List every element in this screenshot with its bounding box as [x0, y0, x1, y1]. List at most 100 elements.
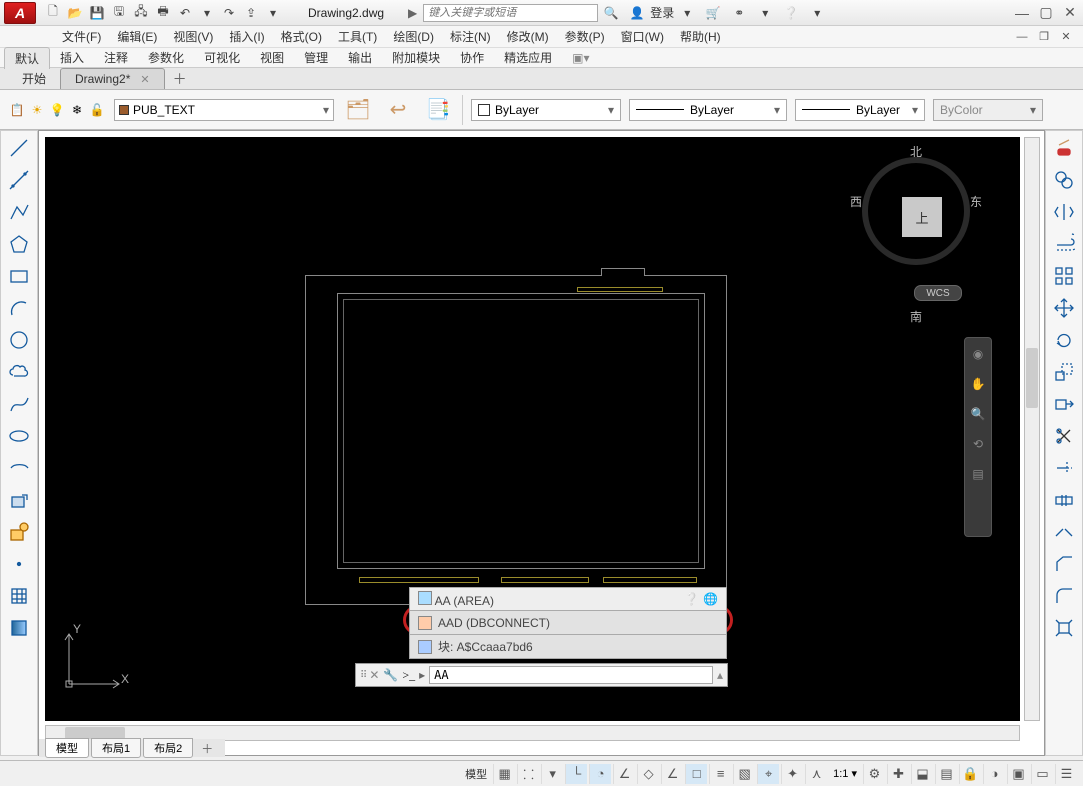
lineweight-icon[interactable]: ≡ [709, 764, 731, 784]
tab-default[interactable]: 默认 [4, 47, 50, 69]
construction-line-tool[interactable] [5, 167, 33, 193]
tab-parametric[interactable]: 参数化 [138, 47, 194, 68]
layout-tab-1[interactable]: 布局1 [91, 738, 141, 758]
grid-icon[interactable]: ▦ [493, 764, 515, 784]
search-icon[interactable]: 🔍 [600, 3, 622, 23]
steering-wheel-icon[interactable]: ◉ [968, 344, 988, 364]
stretch-tool[interactable] [1050, 391, 1078, 417]
units-icon[interactable]: ⬓ [911, 764, 933, 784]
3dosnap-icon[interactable]: ✦ [781, 764, 803, 784]
saveas-icon[interactable]: 🖫 [109, 3, 129, 23]
status-model-label[interactable]: 模型 [461, 766, 491, 782]
user-icon[interactable]: 👤 [626, 3, 648, 23]
break-tool[interactable] [1050, 487, 1078, 513]
scale-label[interactable]: 1:1 ▾ [829, 767, 861, 780]
tab-addins[interactable]: 附加模块 [382, 47, 450, 68]
menu-tools[interactable]: 工具(T) [330, 26, 385, 47]
insert-block-tool[interactable] [5, 487, 33, 513]
command-input[interactable] [429, 666, 713, 684]
orbit-icon[interactable]: ⟲ [968, 434, 988, 454]
plot-icon[interactable]: 🖶 [153, 3, 173, 23]
arc-tool[interactable] [5, 295, 33, 321]
pan-icon[interactable]: ✋ [968, 374, 988, 394]
tab-featured[interactable]: 精选应用 [494, 47, 562, 68]
minimize-icon[interactable]: — [1013, 4, 1031, 22]
menu-insert[interactable]: 插入(I) [221, 26, 272, 47]
osnap-icon[interactable]: ◇ [637, 764, 659, 784]
web-save-icon[interactable]: 🖧 [131, 3, 151, 23]
circle-tool[interactable] [5, 327, 33, 353]
erase-tool[interactable] [1050, 135, 1078, 161]
array-tool[interactable] [1050, 263, 1078, 289]
linetype-dropdown[interactable]: ByLayer ▾ [629, 99, 787, 121]
selection-cycling-icon[interactable]: ⌖ [757, 764, 779, 784]
help-dropdown-icon[interactable]: ▾ [806, 3, 828, 23]
join-tool[interactable] [1050, 519, 1078, 545]
make-block-tool[interactable] [5, 519, 33, 545]
polyline-tool[interactable] [5, 199, 33, 225]
workspace-icon[interactable]: ⚙ [863, 764, 885, 784]
layer-dropdown[interactable]: PUB_TEXT ▾ [114, 99, 334, 121]
scale-tool[interactable] [1050, 359, 1078, 385]
redo-icon[interactable]: ↷ [219, 3, 239, 23]
layer-state-icon[interactable]: 🗂 [344, 96, 372, 124]
snap-icon[interactable]: ⸬ [517, 764, 539, 784]
cmdline-expand-icon[interactable]: ▴ [717, 668, 723, 682]
fillet-tool[interactable] [1050, 583, 1078, 609]
polar-icon[interactable]: ◔ [589, 764, 611, 784]
tab-view[interactable]: 视图 [250, 47, 294, 68]
menu-parametric[interactable]: 参数(P) [557, 26, 613, 47]
chamfer-tool[interactable] [1050, 551, 1078, 577]
layout-tab-add-icon[interactable]: ＋ [195, 739, 219, 758]
viewcube-south[interactable]: 南 [856, 308, 976, 325]
zoom-icon[interactable]: 🔍 [968, 404, 988, 424]
viewcube-west[interactable]: 西 [850, 193, 862, 210]
layout-tab-model[interactable]: 模型 [45, 738, 89, 758]
color-dropdown[interactable]: ByLayer ▾ [471, 99, 621, 121]
layout-tab-2[interactable]: 布局2 [143, 738, 193, 758]
layer-manager-icon[interactable]: 📑 [424, 96, 452, 124]
tab-visualize[interactable]: 可视化 [194, 47, 250, 68]
tab-collab[interactable]: 协作 [450, 47, 494, 68]
doc-minimize-icon[interactable]: — [1013, 28, 1031, 46]
menu-format[interactable]: 格式(O) [273, 26, 330, 47]
app-icon[interactable]: ⚭ [728, 3, 750, 23]
doc-restore-icon[interactable]: ❐ [1035, 28, 1053, 46]
ellipse-tool[interactable] [5, 423, 33, 449]
transparency-toggle-icon[interactable]: ▧ [733, 764, 755, 784]
tab-manage[interactable]: 管理 [294, 47, 338, 68]
viewcube-top[interactable]: 上 [902, 197, 942, 237]
layer-freeze-icon[interactable]: ❄ [68, 101, 86, 119]
undo-icon[interactable]: ↶ [175, 3, 195, 23]
cmdline-close-icon[interactable]: ✕ [369, 668, 379, 682]
layer-prev-icon[interactable]: ↩ [384, 96, 412, 124]
gradient-tool[interactable] [5, 615, 33, 641]
copy-tool[interactable] [1050, 167, 1078, 193]
viewport[interactable]: 北 上 西 东 南 WCS ◉ ✋ 🔍 ⟲ ▤ [45, 137, 1020, 721]
line-tool[interactable] [5, 135, 33, 161]
menu-edit[interactable]: 编辑(E) [109, 26, 165, 47]
filetab-drawing[interactable]: Drawing2*✕ [60, 68, 165, 89]
close-icon[interactable]: ✕ [1061, 4, 1079, 22]
explode-tool[interactable] [1050, 615, 1078, 641]
ellipse-arc-tool[interactable] [5, 455, 33, 481]
menu-dimension[interactable]: 标注(N) [442, 26, 499, 47]
new-icon[interactable]: 🗋 [43, 3, 63, 23]
trim-tool[interactable] [1050, 423, 1078, 449]
menu-view[interactable]: 视图(V) [165, 26, 221, 47]
cmdline-grip-icon[interactable]: ⠿ [360, 670, 365, 681]
viewcube-east[interactable]: 东 [970, 193, 982, 210]
app-logo[interactable] [4, 2, 36, 24]
vertical-scrollbar[interactable] [1024, 137, 1040, 721]
filetab-add-icon[interactable]: ＋ [165, 67, 195, 91]
customization-icon[interactable]: ☰ [1055, 764, 1077, 784]
mirror-tool[interactable] [1050, 199, 1078, 225]
point-tool[interactable] [5, 551, 33, 577]
app-dropdown-icon[interactable]: ▾ [754, 3, 776, 23]
save-icon[interactable]: 💾 [87, 3, 107, 23]
isolate-icon[interactable]: ◑ [983, 764, 1005, 784]
ortho-icon[interactable]: └ [565, 764, 587, 784]
cmdline-config-icon[interactable]: 🔧 [383, 668, 398, 682]
menu-modify[interactable]: 修改(M) [499, 26, 557, 47]
tab-output[interactable]: 输出 [338, 47, 382, 68]
